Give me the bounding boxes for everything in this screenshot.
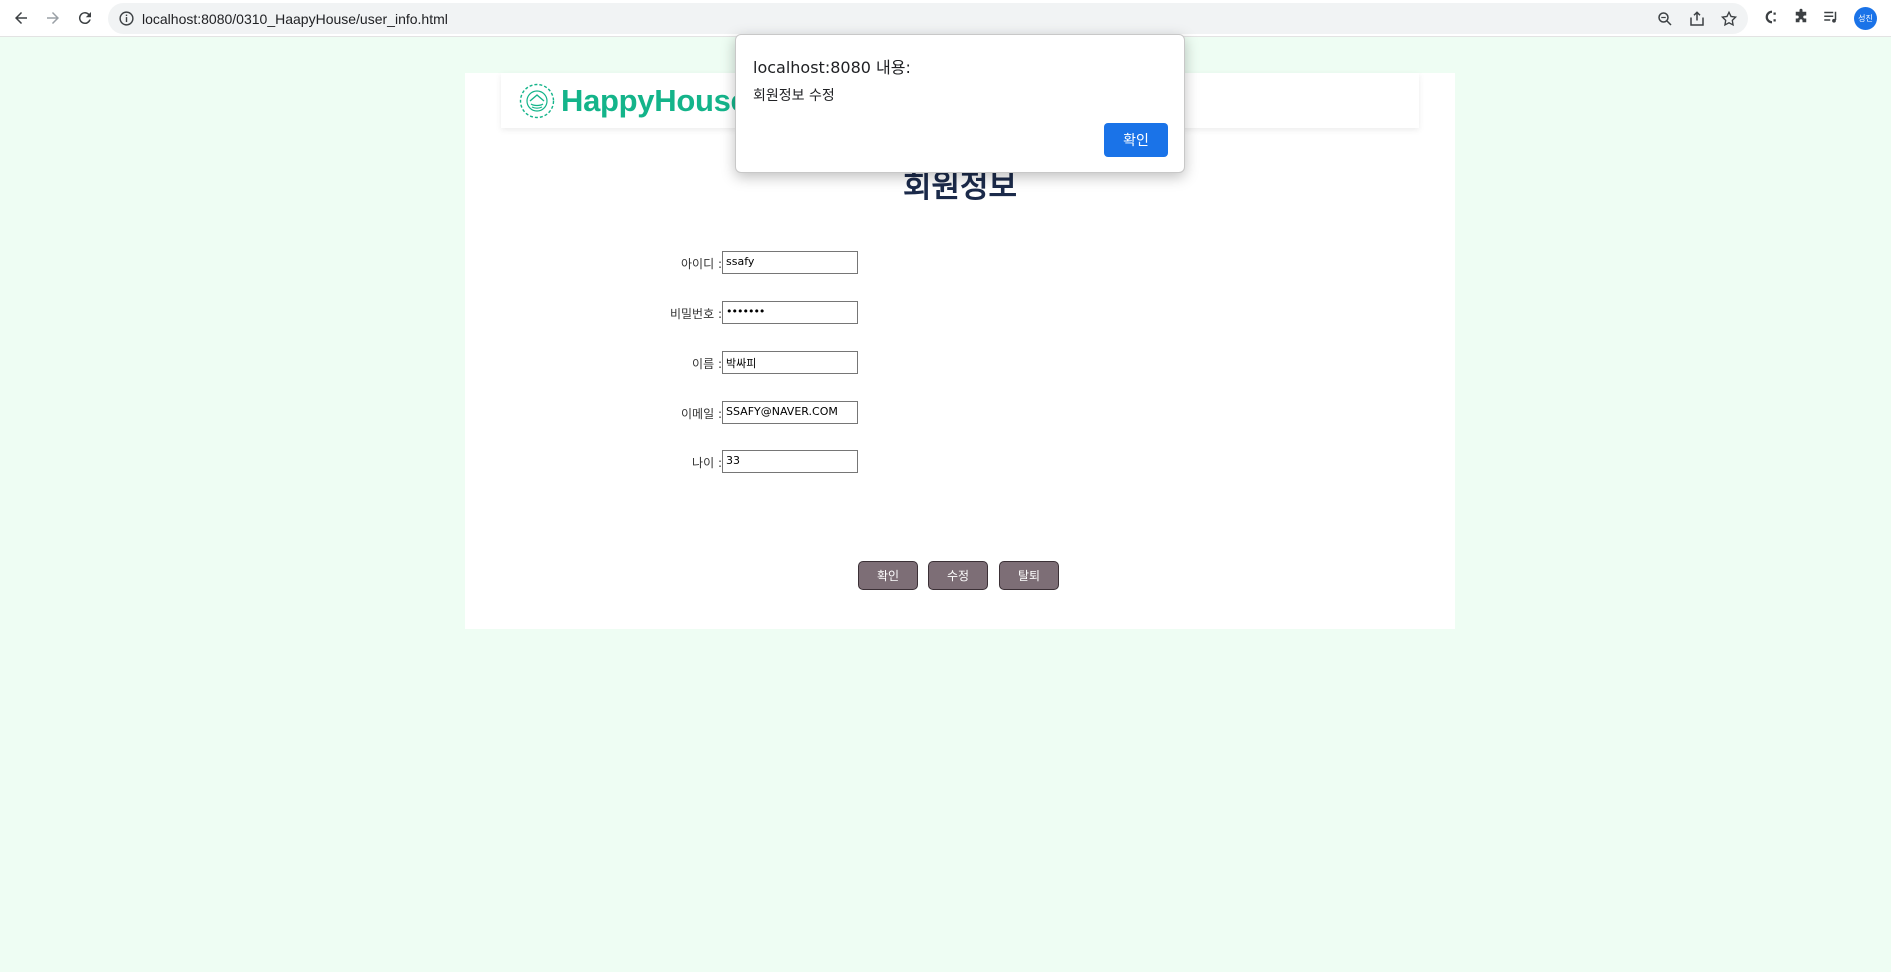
arrow-left-icon <box>15 12 27 24</box>
age-input[interactable]: 33 <box>722 450 858 473</box>
form-row-age: 나이 : <box>465 450 722 474</box>
url-text: localhost:8080/0310_HaapyHouse/user_info… <box>142 11 448 27</box>
info-icon[interactable] <box>118 10 135 27</box>
id-input[interactable]: ssafy <box>722 251 858 274</box>
extension-c-icon[interactable] <box>1760 8 1778 26</box>
edit-button[interactable]: 수정 <box>928 561 988 590</box>
forward-button[interactable] <box>41 6 65 30</box>
form-row-id: 아이디 : <box>465 251 722 275</box>
bookmark-star-icon[interactable] <box>1720 10 1738 28</box>
address-bar[interactable]: localhost:8080/0310_HaapyHouse/user_info… <box>108 3 1748 34</box>
zoom-icon[interactable] <box>1656 10 1674 28</box>
password-label: 비밀번호 : <box>669 307 722 321</box>
back-button[interactable] <box>9 6 33 30</box>
name-label: 이름 : <box>692 357 722 371</box>
arrow-right-icon <box>47 12 59 24</box>
media-queue-icon[interactable] <box>1822 8 1840 26</box>
name-input[interactable]: 박싸피 <box>722 351 858 374</box>
form-row-name: 이름 : <box>465 351 722 375</box>
alert-title: localhost:8080 내용: <box>753 58 911 77</box>
share-icon[interactable] <box>1688 10 1706 28</box>
alert-ok-button[interactable]: 확인 <box>1104 123 1168 157</box>
password-input[interactable]: ••••••• <box>722 301 858 324</box>
alert-message: 회원정보 수정 <box>753 88 835 104</box>
profile-avatar[interactable]: 성진 <box>1854 7 1877 30</box>
happyhouse-logo-icon[interactable] <box>519 83 555 119</box>
extensions-puzzle-icon[interactable] <box>1792 8 1810 26</box>
site-logo-text[interactable]: HappyHouse <box>561 83 748 119</box>
confirm-button[interactable]: 확인 <box>858 561 918 590</box>
withdraw-button[interactable]: 탈퇴 <box>999 561 1059 590</box>
email-input[interactable]: SSAFY@NAVER.COM <box>722 401 858 424</box>
reload-icon <box>78 12 91 25</box>
id-label: 아이디 : <box>681 257 722 271</box>
age-label: 나이 : <box>692 456 722 470</box>
form-row-email: 이메일 : <box>465 401 722 425</box>
email-label: 이메일 : <box>681 407 722 421</box>
form-row-password: 비밀번호 : <box>465 301 722 325</box>
browser-toolbar: localhost:8080/0310_HaapyHouse/user_info… <box>0 0 1891 37</box>
alert-dialog: localhost:8080 내용: 회원정보 수정 확인 <box>735 34 1185 173</box>
reload-button[interactable] <box>73 6 97 30</box>
